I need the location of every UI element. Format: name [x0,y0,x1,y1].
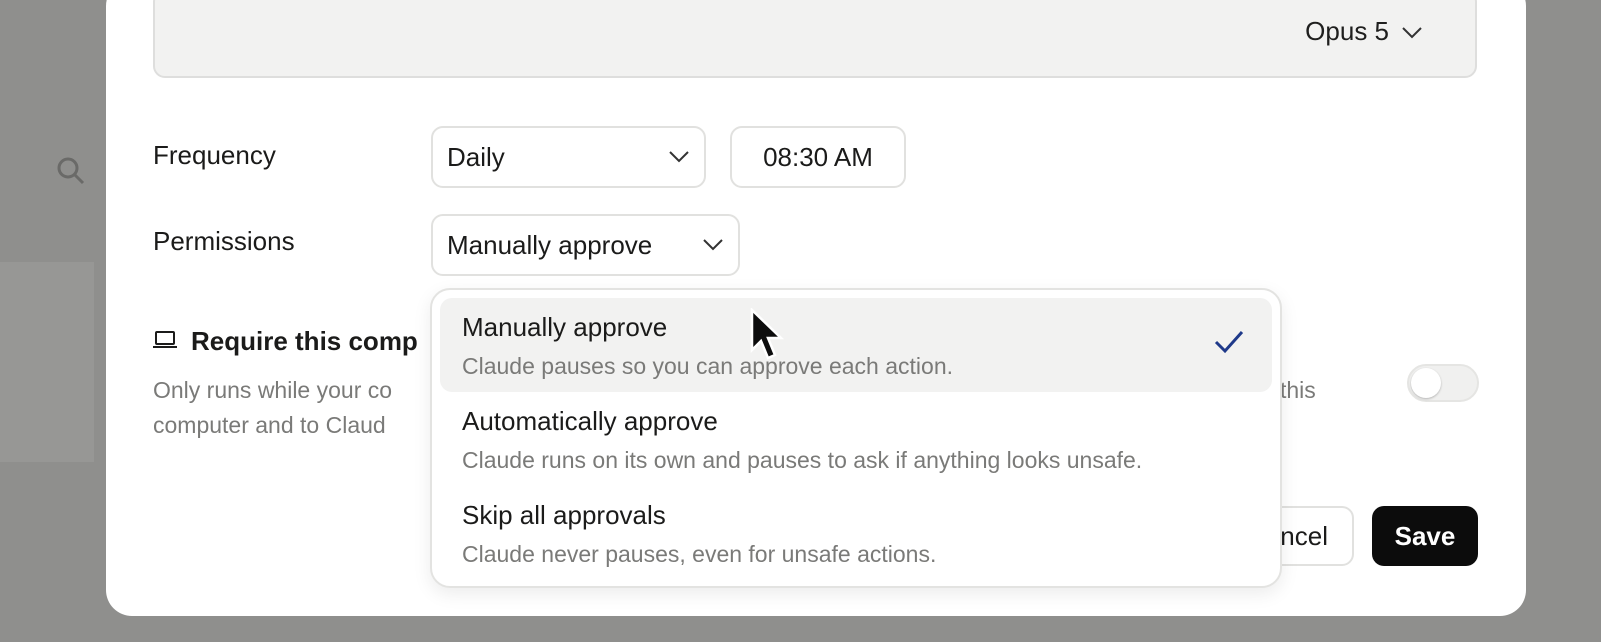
require-computer-desc-line1: Only runs while your co [153,377,393,403]
permissions-option-manual[interactable]: Manually approve Claude pauses so you ca… [440,298,1272,392]
require-computer-title: Require this comp [153,326,418,357]
time-value: 08:30 AM [763,141,873,172]
check-icon [1214,330,1244,359]
cancel-button-label: ncel [1280,520,1328,551]
option-description: Claude runs on its own and pauses to ask… [462,447,1143,473]
permissions-select[interactable]: Manually approve [431,214,740,276]
permissions-label: Permissions [153,226,295,256]
chevron-down-icon [702,238,724,252]
option-title: Manually approve [462,312,668,342]
option-description: Claude never pauses, even for unsafe act… [462,541,937,567]
chevron-down-icon [1401,16,1423,47]
require-computer-toggle[interactable] [1407,364,1479,402]
option-title: Skip all approvals [462,500,666,530]
save-button-label: Save [1394,520,1456,551]
mouse-cursor-icon [750,307,785,367]
require-computer-desc-line2: computer and to Claud [153,412,386,438]
frequency-value: Daily [447,141,505,172]
permissions-value: Manually approve [447,229,653,260]
option-title: Automatically approve [462,406,718,436]
frequency-select[interactable]: Daily [431,126,706,188]
save-button[interactable]: Save [1372,506,1478,566]
option-description: Claude pauses so you can approve each ac… [462,353,953,379]
prompt-composer[interactable]: Opus 5 [153,0,1477,78]
frequency-label: Frequency [153,140,276,170]
permissions-option-automatic[interactable]: Automatically approve Claude runs on its… [440,392,1272,486]
time-input[interactable]: 08:30 AM [730,126,906,188]
require-computer-desc-tail: this [1280,377,1316,403]
permissions-dropdown-menu: Manually approve Claude pauses so you ca… [430,288,1282,588]
permissions-option-skip[interactable]: Skip all approvals Claude never pauses, … [440,486,1272,580]
model-select[interactable]: Opus 5 [1305,16,1423,47]
toggle-knob [1411,368,1441,398]
model-select-label: Opus 5 [1305,16,1389,46]
background-panel [0,262,94,462]
chevron-down-icon [668,150,690,164]
laptop-icon [153,326,177,357]
require-computer-label: Require this comp [191,326,418,356]
search-icon [56,156,86,191]
